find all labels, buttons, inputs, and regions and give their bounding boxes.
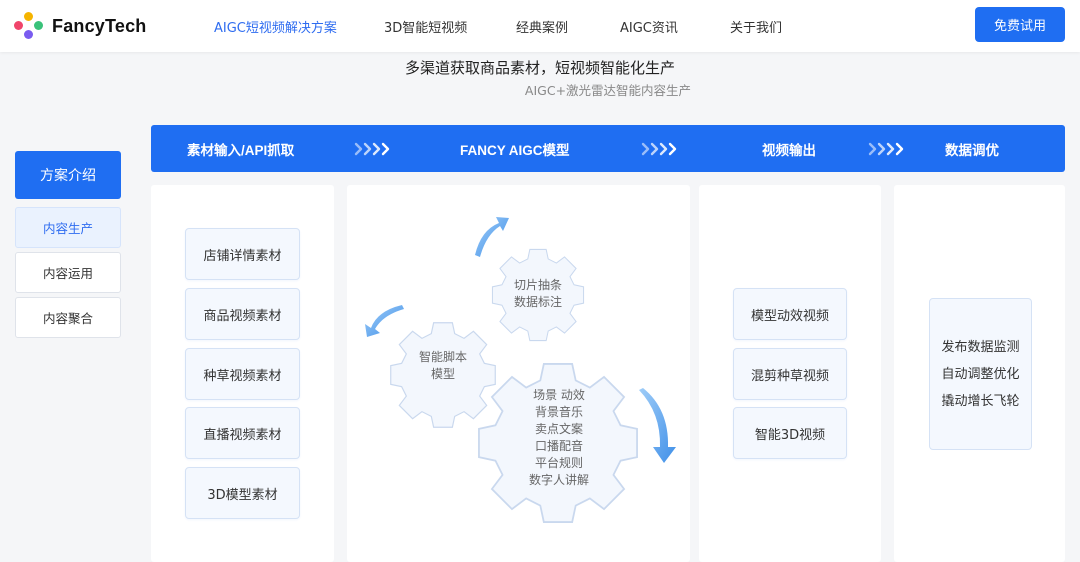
tab-content-production[interactable]: 内容生产 [15, 207, 121, 248]
tuning-box: 发布数据监测 自动调整优化 撬动增长飞轮 [929, 298, 1032, 450]
output-model-motion-video: 模型动效视频 [733, 288, 847, 340]
input-store-details: 店铺详情素材 [185, 228, 300, 280]
flow-step-tuning: 数据调优 [945, 142, 999, 158]
flow-step-model: FANCY AIGC模型 [460, 142, 570, 158]
brand-logo[interactable]: FancyTech [14, 12, 147, 40]
gear-top-line-2: 数据标注 [513, 295, 562, 309]
flow-step-output: 视频输出 [762, 142, 816, 158]
tuning-item: 自动调整优化 [941, 366, 1020, 382]
gear-left-line-2: 模型 [430, 367, 455, 381]
section-subtitle: AIGC+激光雷达智能内容生产 [524, 83, 692, 98]
nav-about[interactable]: 关于我们 [730, 17, 782, 36]
curved-arrow-icon [639, 388, 676, 463]
gear-bottom-line-2: 背景音乐 [534, 405, 583, 419]
gear-bottom-line-3: 卖点文案 [534, 422, 583, 436]
chevrons-right-icon [868, 142, 904, 156]
input-product-video: 商品视频素材 [185, 288, 300, 340]
logo-dots-icon [14, 12, 44, 40]
nav-3d-video[interactable]: 3D智能短视频 [384, 17, 467, 36]
tuning-item: 撬动增长飞轮 [941, 393, 1020, 409]
gears-diagram [365, 217, 676, 523]
top-header: FancyTech AIGC短视频解决方案 3D智能短视频 经典案例 AIGC资… [0, 0, 1080, 52]
curved-arrow-icon [475, 217, 509, 257]
gear-bottom-line-5: 平台规则 [534, 456, 583, 470]
gear-bottom-line-4: 口播配音 [534, 439, 583, 453]
video-output-panel: 模型动效视频 混剪种草视频 智能3D视频 [699, 185, 881, 562]
process-flow-bar: 素材输入/API抓取 FANCY AIGC模型 视频输出 数据调优 [151, 125, 1065, 172]
chevrons-right-icon [354, 142, 390, 156]
aigc-model-panel: 切片抽条 数据标注 智能脚本 模型 场景 动效 背景音乐 卖点文案 口播配音 平… [347, 185, 690, 562]
gear-bottom-line-6: 数字人讲解 [528, 473, 589, 487]
flow-step-input: 素材输入/API抓取 [187, 142, 295, 158]
tuning-item: 发布数据监测 [941, 339, 1020, 355]
input-live-video: 直播视频素材 [185, 407, 300, 459]
output-3d-video: 智能3D视频 [733, 407, 847, 459]
input-seeding-video: 种草视频素材 [185, 348, 300, 400]
tab-content-aggregation[interactable]: 内容聚合 [15, 297, 121, 338]
tab-content-application[interactable]: 内容运用 [15, 252, 121, 293]
section-title: 多渠道获取商品素材，短视频智能化生产 [404, 59, 675, 77]
gear-top-line-1: 切片抽条 [513, 278, 562, 292]
nav-cases[interactable]: 经典案例 [516, 17, 568, 36]
nav-aigc-solution[interactable]: AIGC短视频解决方案 [214, 17, 337, 36]
output-mix-cut-video: 混剪种草视频 [733, 348, 847, 400]
gear-bottom-line-1: 场景 动效 [533, 388, 585, 402]
free-trial-button[interactable]: 免费试用 [975, 7, 1065, 42]
chevrons-right-icon [641, 142, 677, 156]
input-materials-panel: 店铺详情素材 商品视频素材 种草视频素材 直播视频素材 3D模型素材 [151, 185, 334, 562]
curved-arrow-icon [365, 305, 404, 337]
nav-aigc-news[interactable]: AIGC资讯 [620, 17, 678, 36]
input-3d-model: 3D模型素材 [185, 467, 300, 519]
solution-intro-tab[interactable]: 方案介绍 [15, 151, 121, 199]
brand-name: FancyTech [52, 15, 147, 36]
gear-left-line-1: 智能脚本 [418, 350, 467, 364]
